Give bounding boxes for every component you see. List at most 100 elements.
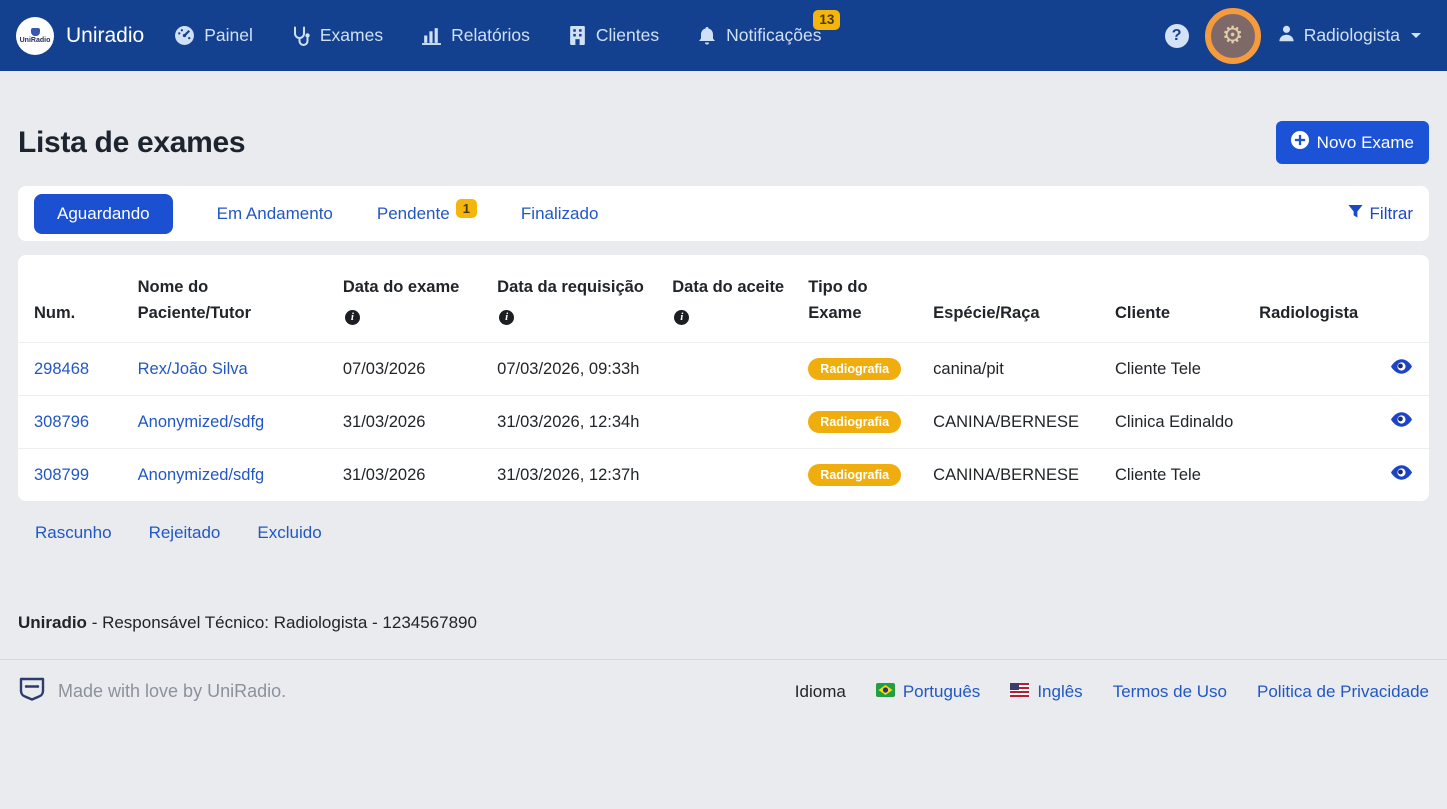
help-icon[interactable]: ?: [1165, 24, 1189, 48]
exam-type-badge: Radiografia: [808, 358, 901, 380]
link-rascunho[interactable]: Rascunho: [35, 523, 112, 543]
info-icon[interactable]: i: [674, 310, 689, 325]
client: Clinica Edinaldo: [1099, 396, 1243, 449]
technical-text: - Responsável Técnico: Radiologista - 12…: [92, 613, 477, 632]
nav-label: Exames: [320, 25, 383, 46]
nav-label: Painel: [204, 25, 253, 46]
gear-icon[interactable]: ⚙: [1222, 24, 1244, 48]
request-date: 31/03/2026, 12:37h: [481, 449, 656, 502]
col-patient: Nome do Paciente/Tutor: [122, 255, 327, 343]
table-row: 308796 Anonymized/sdfg 31/03/2026 31/03/…: [18, 396, 1429, 449]
settings-highlight-ring: ⚙: [1205, 8, 1261, 64]
exam-number-link[interactable]: 308796: [34, 413, 89, 431]
plus-circle-icon: [1291, 131, 1309, 154]
footer-divider: [0, 659, 1447, 660]
terms-link[interactable]: Termos de Uso: [1113, 682, 1227, 702]
tab-pendente[interactable]: Pendente1: [377, 204, 477, 224]
col-request-date: Data da requisição i: [481, 255, 656, 343]
technical-footer: Uniradio - Responsável Técnico: Radiolog…: [18, 613, 1429, 633]
col-request-date-label: Data da requisição: [497, 278, 644, 296]
patient-link[interactable]: Rex/João Silva: [138, 360, 248, 378]
nav-item-clientes[interactable]: Clientes: [568, 25, 659, 46]
us-flag-icon: [1010, 682, 1029, 702]
species: canina/pit: [917, 343, 1099, 396]
bell-icon: [697, 25, 717, 46]
made-with-text: Made with love by UniRadio.: [58, 681, 286, 702]
patient-link[interactable]: Anonymized/sdfg: [138, 413, 265, 431]
table-row: 308799 Anonymized/sdfg 31/03/2026 31/03/…: [18, 449, 1429, 502]
tab-finalizado[interactable]: Finalizado: [521, 204, 599, 224]
link-rejeitado[interactable]: Rejeitado: [149, 523, 221, 543]
page-title: Lista de exames: [18, 126, 245, 160]
col-exam-date-label: Data do exame: [343, 278, 459, 296]
exams-table-card: Num. Nome do Paciente/Tutor Data do exam…: [18, 255, 1429, 501]
col-radiologist: Radiologista: [1243, 255, 1366, 343]
bar-chart-icon: [421, 25, 442, 46]
filter-label: Filtrar: [1370, 204, 1413, 224]
building-icon: [568, 25, 587, 46]
stethoscope-icon: [291, 25, 311, 46]
radiologist: [1243, 343, 1366, 396]
request-date: 31/03/2026, 12:34h: [481, 396, 656, 449]
made-with: Made with love by UniRadio.: [18, 676, 286, 707]
tab-em-andamento[interactable]: Em Andamento: [217, 204, 333, 224]
view-exam-eye-icon[interactable]: [1391, 358, 1412, 380]
privacy-link[interactable]: Politica de Privacidade: [1257, 682, 1429, 702]
patient-link[interactable]: Anonymized/sdfg: [138, 466, 265, 484]
col-actions: [1366, 255, 1429, 343]
funnel-icon: [1348, 204, 1363, 224]
main-nav: Painel Exames Relatórios Clientes Notifi…: [174, 25, 821, 46]
lang-portugues-label: Português: [903, 682, 981, 702]
table-row: 298468 Rex/João Silva 07/03/2026 07/03/2…: [18, 343, 1429, 396]
col-species: Espécie/Raça: [917, 255, 1099, 343]
language-label: Idioma: [795, 682, 846, 702]
status-tabs: Aguardando Em Andamento Pendente1 Finali…: [18, 186, 1429, 241]
radiologist: [1243, 449, 1366, 502]
bottom-footer: Made with love by UniRadio. Idioma Portu…: [18, 676, 1429, 707]
exam-number-link[interactable]: 308799: [34, 466, 89, 484]
client: Cliente Tele: [1099, 343, 1243, 396]
table-header-row: Num. Nome do Paciente/Tutor Data do exam…: [18, 255, 1429, 343]
exam-number-link[interactable]: 298468: [34, 360, 89, 378]
info-icon[interactable]: i: [499, 310, 514, 325]
exam-type-badge: Radiografia: [808, 464, 901, 486]
footer-brand: Uniradio: [18, 613, 87, 632]
col-exam-date: Data do exame i: [327, 255, 481, 343]
filter-button[interactable]: Filtrar: [1348, 204, 1413, 224]
exam-date: 31/03/2026: [327, 396, 481, 449]
link-excluido[interactable]: Excluido: [257, 523, 321, 543]
exam-type-badge: Radiografia: [808, 411, 901, 433]
tab-aguardando[interactable]: Aguardando: [34, 194, 173, 234]
col-accept-date-label: Data do aceite: [672, 278, 784, 296]
view-exam-eye-icon[interactable]: [1391, 411, 1412, 433]
nav-label: Notificações: [726, 25, 821, 46]
notifications-count-badge: 13: [813, 10, 840, 30]
view-exam-eye-icon[interactable]: [1391, 464, 1412, 486]
pendente-count-badge: 1: [456, 199, 477, 218]
client: Cliente Tele: [1099, 449, 1243, 502]
nav-item-notificacoes[interactable]: Notificações 13: [697, 25, 821, 46]
main-content: Lista de exames Novo Exame Aguardando Em…: [0, 121, 1447, 633]
brand[interactable]: UniRadio Uniradio: [16, 17, 144, 55]
lang-ingles[interactable]: Inglês: [1010, 682, 1082, 702]
accept-date: [656, 449, 792, 502]
accept-date: [656, 396, 792, 449]
dashboard-icon: [174, 25, 195, 46]
lang-portugues[interactable]: Português: [876, 682, 981, 702]
request-date: 07/03/2026, 09:33h: [481, 343, 656, 396]
species: CANINA/BERNESE: [917, 449, 1099, 502]
user-name: Radiologista: [1304, 25, 1400, 46]
tab-pendente-label: Pendente: [377, 204, 450, 223]
col-exam-type: Tipo do Exame: [792, 255, 917, 343]
uniradio-logo-icon: UniRadio: [16, 17, 54, 55]
exams-table: Num. Nome do Paciente/Tutor Data do exam…: [18, 255, 1429, 501]
new-exam-label: Novo Exame: [1317, 133, 1414, 153]
user-menu[interactable]: Radiologista: [1277, 24, 1421, 48]
info-icon[interactable]: i: [345, 310, 360, 325]
nav-item-relatorios[interactable]: Relatórios: [421, 25, 530, 46]
secondary-status-links: Rascunho Rejeitado Excluido: [18, 523, 1429, 543]
species: CANINA/BERNESE: [917, 396, 1099, 449]
new-exam-button[interactable]: Novo Exame: [1276, 121, 1429, 164]
nav-item-exames[interactable]: Exames: [291, 25, 383, 46]
nav-item-painel[interactable]: Painel: [174, 25, 253, 46]
